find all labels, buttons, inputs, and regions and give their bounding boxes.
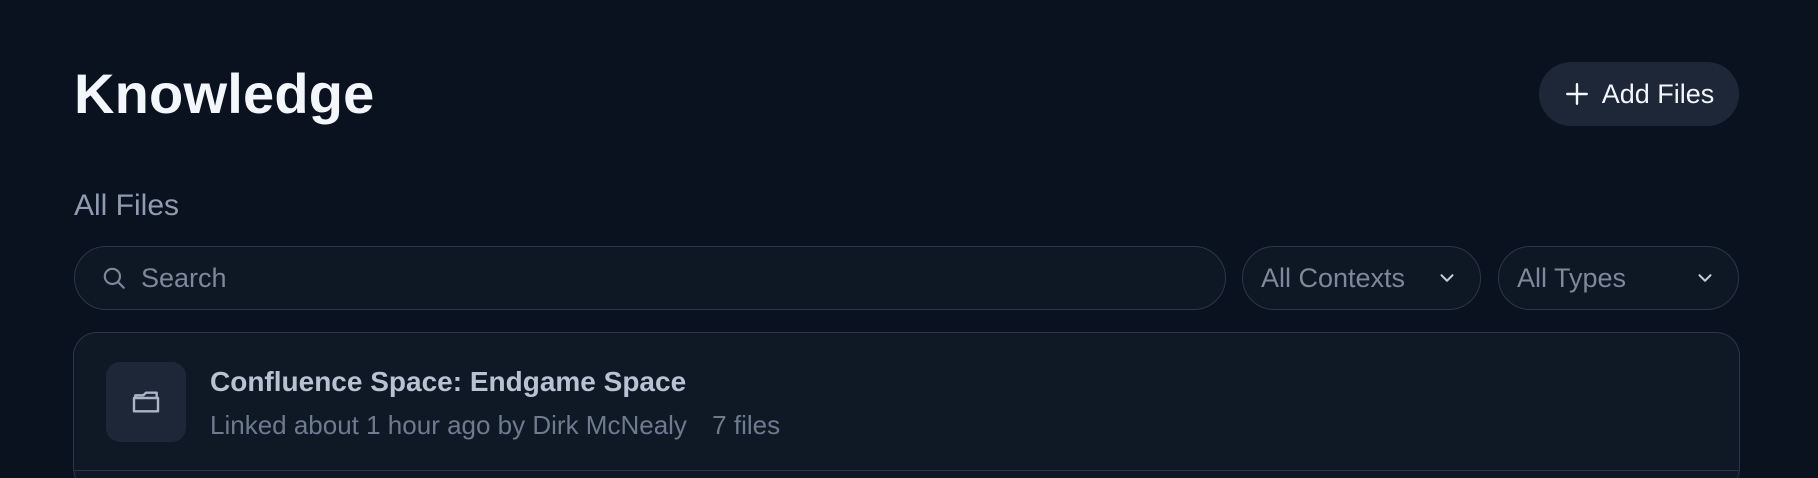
search-field[interactable] [74,246,1226,310]
contexts-filter-label: All Contexts [1261,262,1406,293]
item-title: Confluence Space: Endgame Space [210,366,687,397]
knowledge-page: Knowledge Add Files All Files All Contex… [0,0,1818,478]
plus-icon [1565,83,1588,105]
page-title: Knowledge [74,62,375,125]
item-linked-info: Linked about 1 hour ago by Dirk McNealy [210,410,687,440]
item-meta: Linked about 1 hour ago by Dirk McNealy … [210,409,780,441]
item-file-count: 7 files [712,410,781,440]
folder-icon [132,391,160,413]
contexts-filter-select[interactable]: All Contexts [1242,246,1481,310]
chevron-down-icon [1698,274,1712,282]
types-filter-select[interactable]: All Types [1498,246,1739,310]
search-input[interactable] [141,262,1225,294]
folder-icon-tile [106,362,186,442]
list-item[interactable]: Confluence Space: Endgame Space Linked a… [74,333,1739,471]
file-list: Confluence Space: Endgame Space Linked a… [73,332,1740,478]
types-filter-label: All Types [1517,262,1627,293]
add-files-label: Add Files [1601,78,1715,109]
add-files-button[interactable]: Add Files [1539,62,1739,126]
section-label: All Files [74,189,180,222]
search-icon [103,267,125,289]
chevron-down-icon [1440,274,1454,282]
